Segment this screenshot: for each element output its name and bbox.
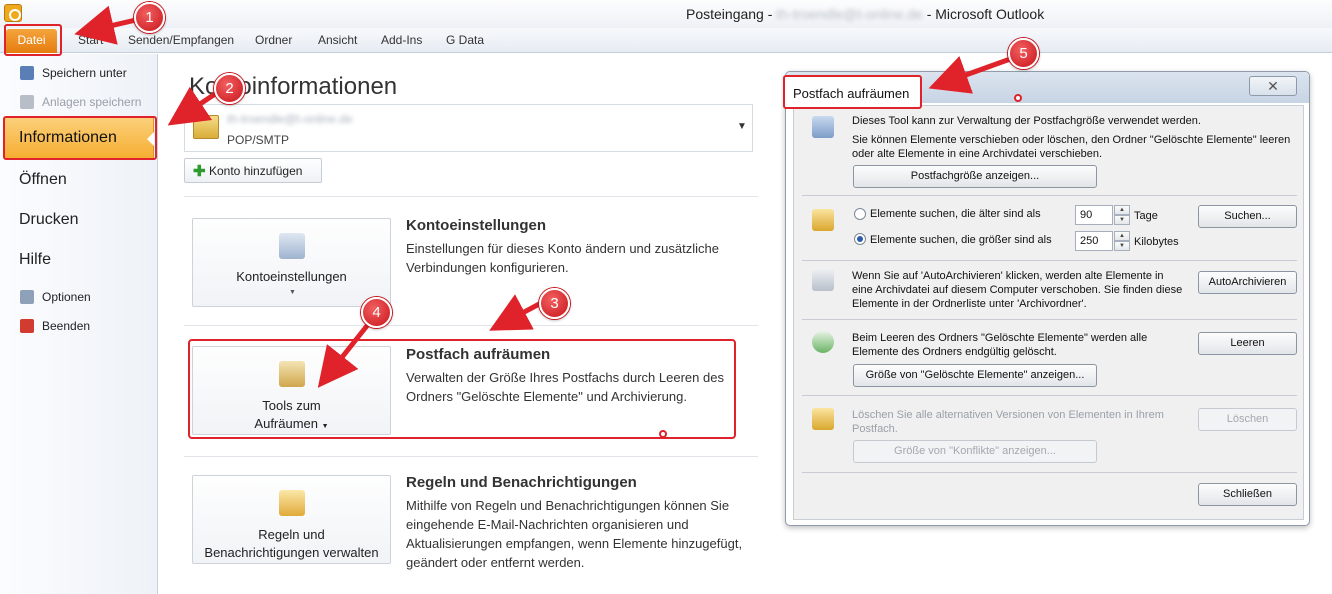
callout-5: 5 (1008, 38, 1039, 69)
arrow-4 (317, 320, 372, 388)
annotation-arrows (74, 5, 1014, 388)
callout-2: 2 (214, 73, 245, 104)
callout-1: 1 (134, 2, 165, 33)
arrow-3 (489, 294, 545, 331)
arrow-5 (928, 55, 1014, 94)
callout-3: 3 (539, 288, 570, 319)
callout-4: 4 (361, 297, 392, 328)
arrow-2 (167, 86, 220, 126)
arrow-1 (74, 5, 141, 45)
